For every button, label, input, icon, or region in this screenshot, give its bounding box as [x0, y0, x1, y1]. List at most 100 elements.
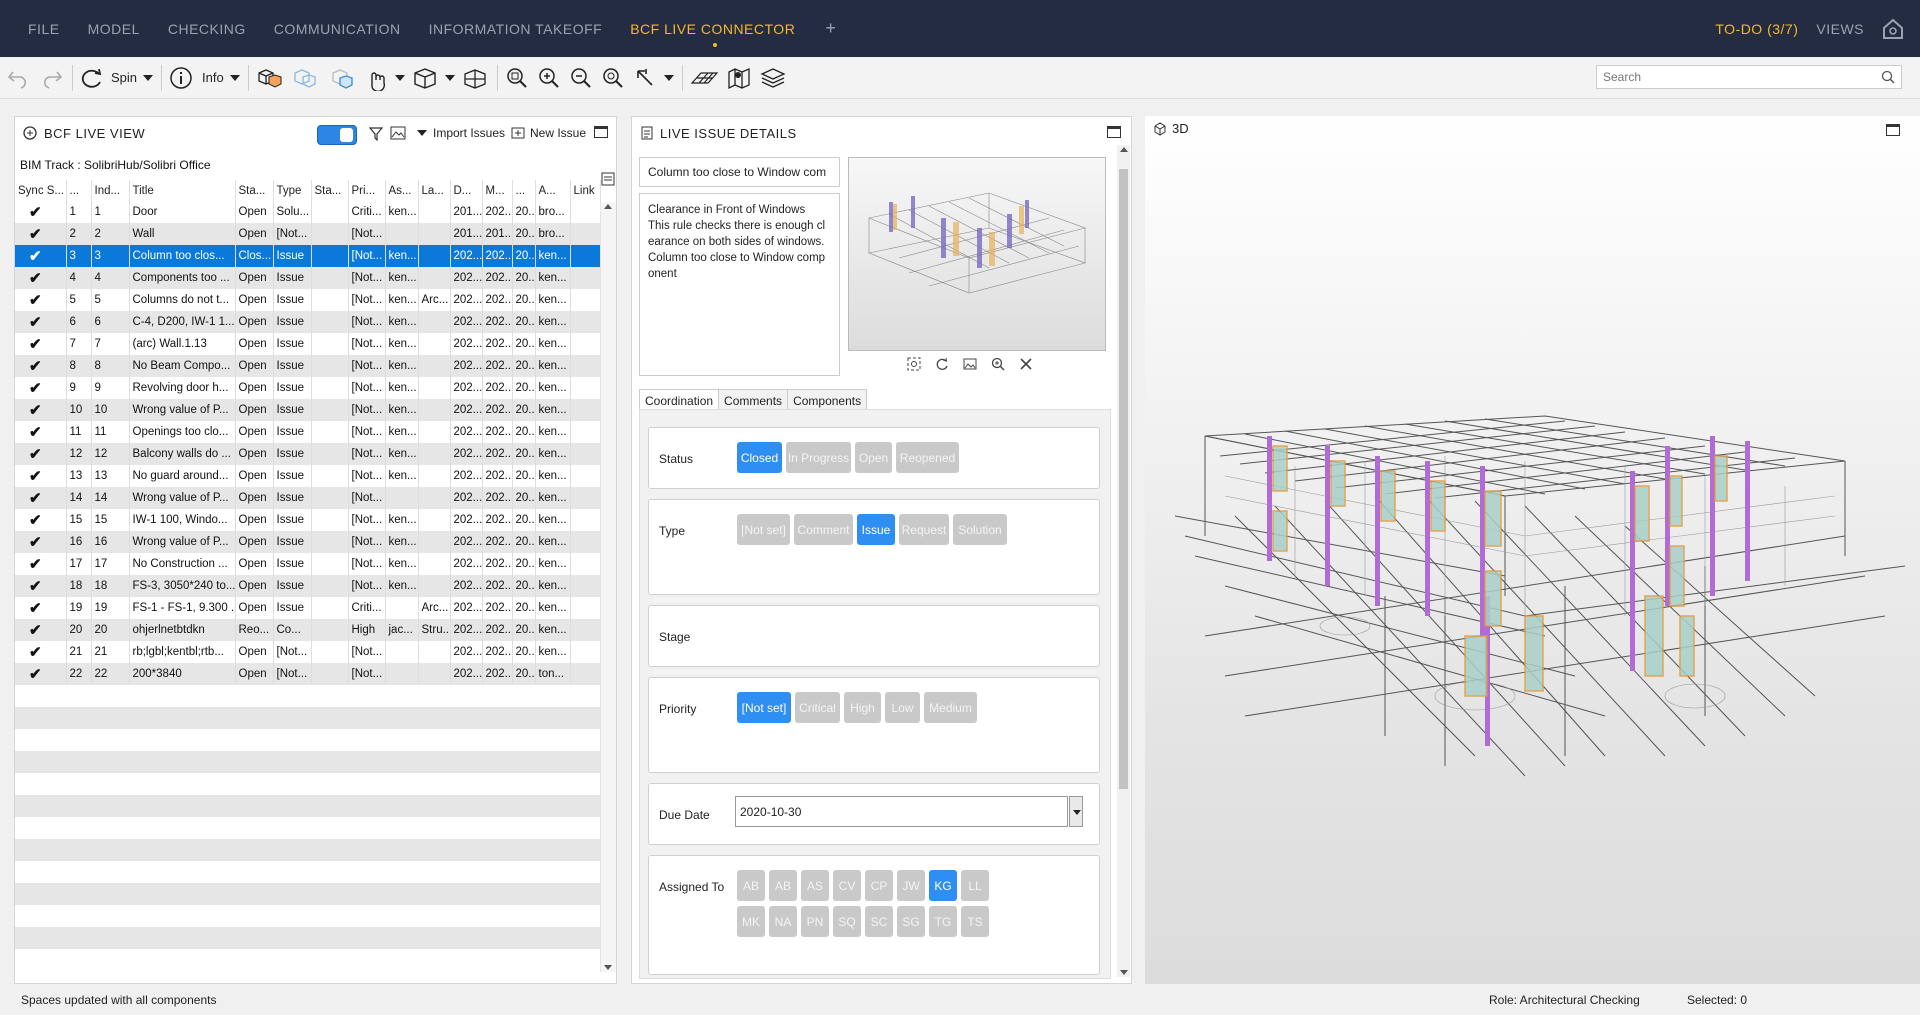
home-icon[interactable] — [1880, 16, 1906, 42]
spin-button[interactable]: Spin — [79, 62, 154, 94]
column-header[interactable]: M... — [482, 180, 513, 201]
type-solution-button[interactable]: Solution — [953, 514, 1007, 545]
pick-tool-button[interactable] — [632, 62, 674, 94]
type-not-set-button[interactable]: [Not set] — [737, 514, 790, 545]
zoom-in-button[interactable] — [536, 62, 562, 94]
refresh-icon[interactable] — [935, 357, 949, 371]
column-header[interactable]: As... — [385, 180, 419, 201]
new-issue-button[interactable]: New Issue — [511, 126, 586, 140]
zoom-selected-button[interactable] — [600, 62, 626, 94]
table-row[interactable]: ✔ 22 22 200*3840 Open [Not... [Not... 202... 202… — [15, 663, 601, 685]
table-row[interactable]: ✔ 21 21 rb;lgbl;kentbl;rtb... Open [Not... [No… — [15, 641, 601, 663]
assignee-button[interactable]: MK — [737, 906, 765, 937]
column-header[interactable]: Sta... — [311, 180, 349, 201]
priority-critical-button[interactable]: Critical — [795, 692, 840, 723]
column-header[interactable]: Pri... — [348, 180, 386, 201]
import-issues-button[interactable]: Import Issues — [417, 126, 505, 140]
priority-low-button[interactable]: Low — [885, 692, 920, 723]
status-open-button[interactable]: Open — [855, 442, 892, 473]
filter-icon[interactable] — [369, 127, 383, 141]
table-row[interactable]: ✔ 15 15 IW-1 100, Windo... Open Issue [Not... k… — [15, 509, 601, 531]
live-sync-toggle[interactable] — [317, 125, 357, 145]
column-header[interactable]: Type — [273, 180, 312, 201]
table-row[interactable]: ✔ 3 3 Column too clos... Clos... Issue [Not...… — [15, 245, 601, 267]
table-row[interactable]: ✔ 14 14 Wrong value of P... Open Issue [Not...… — [15, 487, 601, 509]
table-row[interactable]: ✔ 17 17 No Construction ... Open Issue [Not...… — [15, 553, 601, 575]
issue-snapshot[interactable] — [848, 157, 1106, 351]
maximize-icon[interactable] — [594, 126, 608, 138]
scroll-down-icon[interactable] — [604, 965, 612, 970]
transparent-boxes-button[interactable] — [291, 62, 321, 94]
issue-description-field[interactable]: Clearance in Front of Windows This rule … — [639, 193, 840, 376]
zoom-in-icon[interactable] — [991, 357, 1005, 371]
status-in-progress-button[interactable]: In Progress — [786, 442, 851, 473]
column-header[interactable]: Sta... — [235, 180, 274, 201]
column-header[interactable]: D... — [450, 180, 483, 201]
column-header[interactable]: A... — [535, 180, 571, 201]
column-chooser-icon[interactable] — [601, 172, 615, 186]
assignee-button[interactable]: TS — [961, 906, 989, 937]
menu-communication[interactable]: COMMUNICATION — [274, 21, 401, 37]
info-button[interactable]: Info — [168, 62, 240, 94]
table-row[interactable]: ✔ 13 13 No guard around... Open Issue [Not... k… — [15, 465, 601, 487]
close-icon[interactable] — [1019, 357, 1033, 371]
table-row[interactable]: ✔ 20 20 ohjerlnetbtdkn Reo... Co... High jac...… — [15, 619, 601, 641]
column-header[interactable]: Sync S... — [15, 180, 67, 201]
map-button[interactable] — [725, 62, 753, 94]
zoom-fit-button[interactable] — [504, 62, 530, 94]
selected-box-button[interactable] — [327, 62, 357, 94]
assignee-button[interactable]: KG — [929, 870, 957, 901]
details-scrollbar[interactable] — [1117, 145, 1130, 977]
table-scrollbar[interactable] — [600, 202, 616, 972]
menu-model[interactable]: MODEL — [88, 21, 140, 37]
search-input[interactable]: Search — [1596, 65, 1902, 89]
scroll-down-icon[interactable] — [1120, 970, 1128, 975]
priority-high-button[interactable]: High — [844, 692, 881, 723]
table-row[interactable]: ✔ 10 10 Wrong value of P... Open Issue [Not...… — [15, 399, 601, 421]
scroll-up-icon[interactable] — [1120, 147, 1128, 152]
table-row[interactable]: ✔ 1 1 Door Open Solu... Criti... ken... 201... 20… — [15, 201, 601, 223]
type-comment-button[interactable]: Comment — [794, 514, 853, 545]
layers-button[interactable] — [759, 62, 787, 94]
assignee-button[interactable]: JW — [897, 870, 925, 901]
model-boxes-button[interactable] — [255, 62, 285, 94]
issue-title-field[interactable]: Column too close to Window com — [639, 157, 840, 187]
assignee-button[interactable]: SQ — [833, 906, 861, 937]
table-row[interactable]: ✔ 18 18 FS-3, 3050*240 to... Open Issue [Not..… — [15, 575, 601, 597]
table-row[interactable]: ✔ 5 5 Columns do not t... Open Issue [Not... ke… — [15, 289, 601, 311]
menu-information-takeoff[interactable]: INFORMATION TAKEOFF — [429, 21, 603, 37]
column-header[interactable]: Link — [570, 180, 601, 201]
assignee-button[interactable]: SG — [897, 906, 925, 937]
capture-viewpoint-icon[interactable] — [907, 357, 921, 371]
column-header[interactable]: ... — [66, 180, 92, 201]
assignee-button[interactable]: LL — [961, 870, 989, 901]
column-header[interactable]: Title — [129, 180, 236, 201]
table-row[interactable]: ✔ 6 6 C-4, D200, IW-1 1... Open Issue [Not... k… — [15, 311, 601, 333]
table-row[interactable]: ✔ 16 16 Wrong value of P... Open Issue [Not...… — [15, 531, 601, 553]
table-row[interactable]: ✔ 11 11 Openings too clo... Open Issue [Not...… — [15, 421, 601, 443]
table-row[interactable]: ✔ 7 7 (arc) Wall.1.13 Open Issue [Not... ken...… — [15, 333, 601, 355]
views-button[interactable]: VIEWS — [1816, 21, 1864, 37]
table-row[interactable]: ✔ 9 9 Revolving door h... Open Issue [Not... ke… — [15, 377, 601, 399]
image-icon[interactable] — [390, 126, 406, 140]
assignee-button[interactable]: CP — [865, 870, 893, 901]
assignee-button[interactable]: AB — [769, 870, 797, 901]
status-reopened-button[interactable]: Reopened — [896, 442, 959, 473]
undo-button[interactable] — [6, 62, 32, 94]
column-header[interactable]: ... — [512, 180, 536, 201]
status-closed-button[interactable]: Closed — [737, 442, 782, 473]
section-box-button[interactable] — [461, 62, 489, 94]
assignee-button[interactable]: SC — [865, 906, 893, 937]
assignee-button[interactable]: TG — [929, 906, 957, 937]
priority-not-set-button[interactable]: [Not set] — [737, 692, 791, 723]
menu-checking[interactable]: CHECKING — [168, 21, 246, 37]
assignee-button[interactable]: NA — [769, 906, 797, 937]
maximize-icon[interactable] — [1107, 126, 1121, 138]
assignee-button[interactable]: AB — [737, 870, 765, 901]
pointer-select-button[interactable] — [363, 62, 405, 94]
table-row[interactable]: ✔ 12 12 Balcony walls do ... Open Issue [Not..… — [15, 443, 601, 465]
table-row[interactable]: ✔ 4 4 Components too ... Open Issue [Not... ken… — [15, 267, 601, 289]
redo-button[interactable] — [38, 62, 64, 94]
scroll-up-icon[interactable] — [604, 204, 612, 209]
add-tab-button[interactable]: + — [825, 18, 836, 39]
